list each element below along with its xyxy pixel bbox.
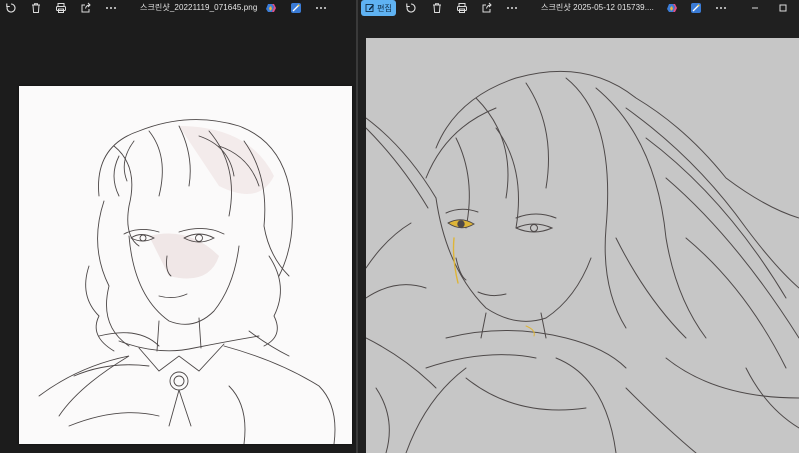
edit-icon	[365, 4, 375, 12]
file-name: 스크린샷_20221119_071645.png	[140, 3, 258, 12]
share-icon[interactable]	[79, 1, 93, 15]
left-toolbar: 스크린샷_20221119_071645.png	[0, 0, 356, 16]
left-photo-viewer: 스크린샷_20221119_071645.png	[0, 0, 356, 453]
delete-icon[interactable]	[29, 1, 43, 15]
maximize-icon[interactable]	[776, 1, 790, 15]
more-icon[interactable]	[714, 1, 728, 15]
edit-button[interactable]: 편집	[361, 0, 396, 16]
right-toolbar: 편집 스크린샷 2025-05-12 015739....	[358, 0, 799, 16]
more-icon[interactable]	[104, 1, 118, 15]
minimize-icon[interactable]	[748, 1, 762, 15]
more-icon[interactable]	[314, 1, 328, 15]
delete-icon[interactable]	[430, 1, 444, 15]
designer-icon[interactable]	[689, 1, 703, 15]
file-name: 스크린샷 2025-05-12 015739....	[541, 3, 654, 12]
edit-label: 편집	[377, 3, 392, 13]
print-icon[interactable]	[455, 1, 469, 15]
sketch-image-right	[366, 38, 799, 453]
copilot-icon[interactable]	[264, 1, 278, 15]
rotate-icon[interactable]	[404, 1, 418, 15]
more-icon[interactable]	[505, 1, 519, 15]
print-icon[interactable]	[54, 1, 68, 15]
sketch-drawing-right	[366, 70, 799, 453]
copilot-icon[interactable]	[665, 1, 679, 15]
share-icon[interactable]	[480, 1, 494, 15]
designer-icon[interactable]	[289, 1, 303, 15]
sketch-image-left	[19, 86, 352, 444]
sketch-drawing-left	[38, 119, 336, 444]
right-photo-viewer: 편집 스크린샷 2025-05-12 015739....	[358, 0, 799, 453]
rotate-icon[interactable]	[4, 1, 18, 15]
